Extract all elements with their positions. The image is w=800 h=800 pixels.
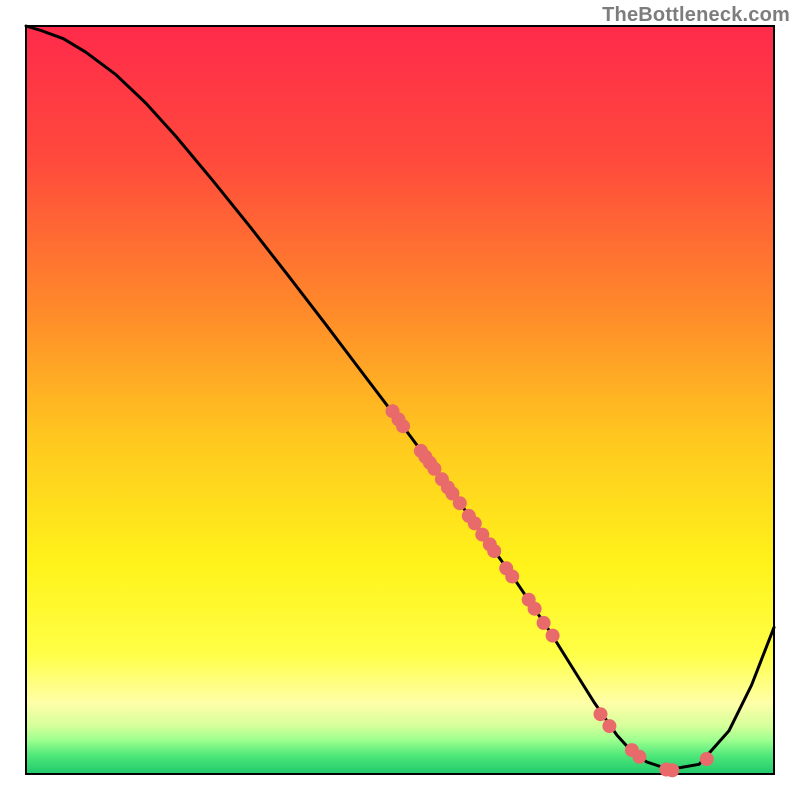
data-point [602, 719, 616, 733]
data-point [632, 750, 646, 764]
data-point [396, 419, 410, 433]
plot-background [26, 26, 774, 774]
data-point [505, 570, 519, 584]
data-point [537, 616, 551, 630]
data-point [594, 707, 608, 721]
data-point [700, 752, 714, 766]
data-point [487, 544, 501, 558]
data-point [528, 602, 542, 616]
bottleneck-chart [0, 0, 800, 800]
data-point [453, 496, 467, 510]
data-point [665, 763, 679, 777]
data-point [546, 629, 560, 643]
